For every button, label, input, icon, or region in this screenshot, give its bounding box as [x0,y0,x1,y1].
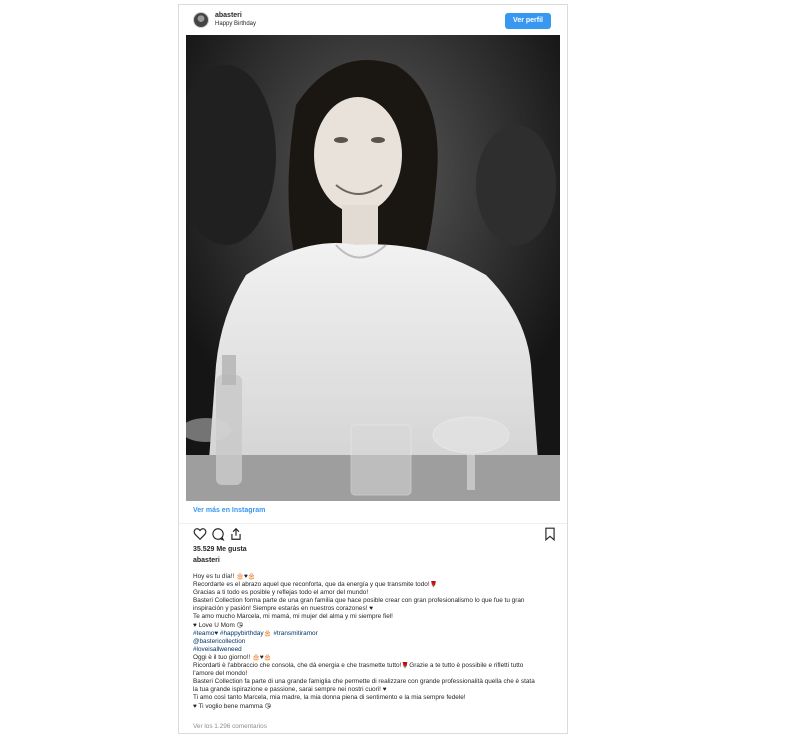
caption: Hoy es tu día!! 🎂♥🎂 Recordarte es el abr… [193,573,555,711]
mention-link[interactable]: @bastericollection [193,638,555,646]
username[interactable]: abasteri [215,12,242,19]
caption-username[interactable]: abasteri [193,557,220,564]
caption-line: Basteri Collection forma parte de una gr… [193,597,525,605]
caption-line: ♥ Ti voglio bene mamma 😘 [193,702,272,710]
caption-line: Recordarte es el abrazo aquel que reconf… [193,581,438,589]
view-comments-link[interactable]: Ver los 1.296 comentarios [193,723,267,730]
caption-line: inspiración y pasión! Siempre estarás en… [193,605,373,613]
instagram-embed-card: abasteri Happy Birthday Ver perfil Ver m… [178,4,568,734]
caption-line: la tua grande ispirazione e passione, sa… [193,686,387,694]
caption-line: Basteri Collection fa parte di una grand… [193,678,535,686]
caption-line: Hoy es tu día!! 🎂♥🎂 [193,573,256,580]
bookmark-icon[interactable] [543,527,557,542]
likes-count[interactable]: 35.529 Me gusta [193,546,247,553]
caption-line: Gracias a ti todo es posible y reflejas … [193,589,369,597]
caption-line: l'amore del mondo! [193,670,248,678]
post-subtitle: Happy Birthday [215,21,257,27]
hashtag-line[interactable]: #teamo♥ #happybirthday🎂 #transmitiramor [193,630,555,638]
action-bar [191,527,557,543]
avatar[interactable] [193,12,209,28]
post-photo[interactable] [186,35,560,501]
post-header: abasteri Happy Birthday Ver perfil [179,5,567,33]
caption-line: Te amo mucho Marcela, mi mamá, mi mujer … [193,613,393,621]
caption-line: Ti amo così tanto Marcela, mia madre, la… [193,694,466,702]
caption-line: ♥ Love U Mom 😘 [193,621,244,629]
view-more-link[interactable]: Ver más en Instagram [193,507,265,514]
caption-line: Oggi è il tuo giorno!! 🎂♥🎂 [193,653,272,661]
divider [179,523,567,524]
vintage-portrait-photo [186,35,560,501]
hashtag-line[interactable]: #loveisallweneed [193,646,555,654]
heart-icon[interactable] [193,527,207,541]
comment-icon[interactable] [211,527,225,541]
view-profile-button[interactable]: Ver perfil [505,13,551,29]
caption-line: Ricordarti è l'abbraccio che consola, ch… [193,662,524,670]
share-icon[interactable] [229,527,243,541]
